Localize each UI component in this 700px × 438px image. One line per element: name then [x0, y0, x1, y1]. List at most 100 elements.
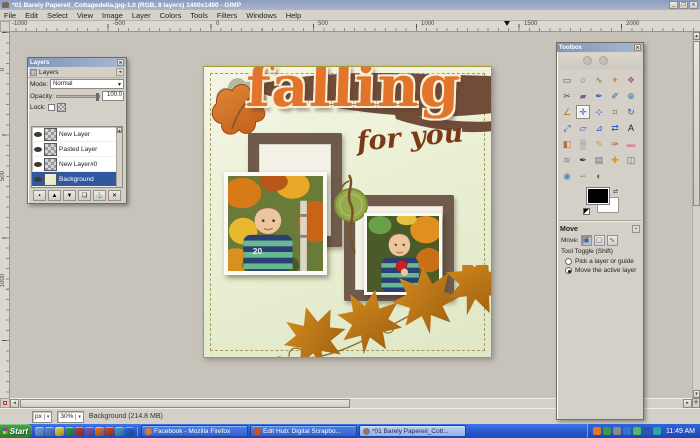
tool-flip[interactable]: ⇄: [608, 121, 622, 135]
opacity-slider[interactable]: [55, 92, 100, 101]
menu-windows[interactable]: Windows: [246, 11, 276, 20]
tool-options-menu-button[interactable]: ▪: [632, 225, 640, 233]
tool-paths[interactable]: ✒: [592, 89, 606, 103]
close-button[interactable]: ✕: [689, 1, 698, 9]
tool-free-select[interactable]: ∿: [592, 73, 606, 87]
tab-menu-button[interactable]: ◂: [116, 68, 124, 76]
tool-clone[interactable]: ▤: [592, 153, 606, 167]
tray-icon-3[interactable]: [612, 427, 621, 435]
tray-icon-6[interactable]: [642, 427, 651, 435]
tool-dodge-burn[interactable]: ◐: [592, 169, 606, 183]
quick-launch-10-icon[interactable]: [125, 426, 134, 436]
quick-launch-7-icon[interactable]: [95, 426, 104, 436]
menu-colors[interactable]: Colors: [160, 11, 182, 20]
lower-layer-button[interactable]: ▼: [63, 190, 76, 201]
tool-select-by-color[interactable]: ❖: [624, 73, 638, 87]
tool-align[interactable]: ⊹: [592, 105, 606, 119]
minimize-button[interactable]: _: [669, 1, 678, 9]
menu-layer[interactable]: Layer: [132, 11, 151, 20]
radio-checked-icon[interactable]: [565, 267, 572, 274]
radio-icon[interactable]: [565, 258, 572, 265]
quick-launch-6-icon[interactable]: [85, 426, 94, 436]
layer-list-scrollbar[interactable]: ▴: [116, 127, 122, 187]
ruler-corner[interactable]: [0, 21, 10, 32]
menu-edit[interactable]: Edit: [25, 11, 38, 20]
quick-launch-8-icon[interactable]: [105, 426, 114, 436]
scroll-up-arrow[interactable]: ▴: [693, 32, 700, 40]
close-icon[interactable]: ✕: [634, 44, 641, 51]
tool-rectangle-select[interactable]: ▭: [560, 73, 574, 87]
tool-move[interactable]: ✛: [576, 105, 590, 119]
radio-move-active-layer[interactable]: Move the active layer: [557, 265, 643, 274]
tool-bucket-fill[interactable]: ◧: [560, 137, 574, 151]
tool-perspective[interactable]: ⊿: [592, 121, 606, 135]
tool-scissors-select[interactable]: ✂: [560, 89, 574, 103]
new-layer-button[interactable]: ▪: [33, 190, 46, 201]
canvas-navigation-button[interactable]: ✛: [692, 398, 700, 408]
scroll-down-arrow[interactable]: ▾: [693, 390, 700, 398]
vertical-scroll-thumb[interactable]: [693, 41, 700, 206]
layer-row-pasted-layer[interactable]: Pasted Layer: [32, 142, 122, 157]
task-gimp-image[interactable]: *01 Barely Papereil_Cott...: [359, 425, 466, 437]
toolbox-titlebar[interactable]: Toolbox ✕: [557, 43, 643, 52]
layers-dialog-titlebar[interactable]: Layers ✕: [28, 58, 126, 67]
delete-layer-button[interactable]: ✕: [108, 190, 121, 201]
menu-help[interactable]: Help: [286, 11, 301, 20]
task-edit-hub[interactable]: Edit Hub: Digital Scrapbo...: [250, 425, 357, 437]
horizontal-ruler[interactable]: -1000 -500 0 500 1000 1500 2000: [10, 21, 700, 32]
start-button[interactable]: Start: [0, 424, 32, 438]
tool-zoom[interactable]: ⊕: [624, 89, 638, 103]
tool-foreground-select[interactable]: ▰: [576, 89, 590, 103]
menu-image[interactable]: Image: [102, 11, 123, 20]
vertical-ruler[interactable]: 0 500 1000: [0, 32, 10, 398]
quick-launch-1-icon[interactable]: [35, 426, 44, 436]
tool-pencil[interactable]: ✎: [592, 137, 606, 151]
tool-shear[interactable]: ▱: [576, 121, 590, 135]
menu-tools[interactable]: Tools: [190, 11, 208, 20]
opacity-slider-knob[interactable]: [96, 92, 99, 101]
visibility-eye-icon[interactable]: [34, 146, 42, 152]
title-bar[interactable]: *01 Barely Papereil_Cottagedelia.jpg-1.0…: [0, 0, 700, 10]
quick-launch-2-icon[interactable]: [45, 426, 54, 436]
scroll-up-arrow[interactable]: ▴: [117, 127, 122, 134]
tool-blend[interactable]: ▒: [576, 137, 590, 151]
tool-text[interactable]: A: [624, 121, 638, 135]
tray-icon-7[interactable]: [652, 427, 661, 435]
tool-measure[interactable]: ∠: [560, 105, 574, 119]
horizontal-scroll-thumb[interactable]: [20, 399, 350, 408]
menu-file[interactable]: File: [4, 11, 16, 20]
close-icon[interactable]: ✕: [117, 59, 124, 66]
tool-ellipse-select[interactable]: ○: [576, 73, 590, 87]
tool-ink[interactable]: ✒: [576, 153, 590, 167]
tool-crop[interactable]: ⌗: [608, 105, 622, 119]
tool-perspective-clone[interactable]: ◫: [624, 153, 638, 167]
menu-filters[interactable]: Filters: [217, 11, 237, 20]
scrapbook-page[interactable]: falling for you 20: [203, 66, 492, 358]
scroll-left-arrow[interactable]: ◂: [10, 399, 19, 408]
anchor-layer-button[interactable]: ⚓: [93, 190, 106, 201]
duplicate-layer-button[interactable]: ❏: [78, 190, 91, 201]
tool-fuzzy-select[interactable]: ✦: [608, 73, 622, 87]
opacity-value[interactable]: 100.0: [102, 91, 124, 101]
quickmask-toggle[interactable]: [0, 398, 10, 408]
visibility-eye-icon[interactable]: [34, 161, 42, 167]
tool-paintbrush[interactable]: ✑: [608, 137, 622, 151]
reset-colors-icon[interactable]: [583, 208, 590, 215]
maximize-button[interactable]: ❐: [679, 1, 688, 9]
unit-select[interactable]: px ▾: [32, 410, 53, 423]
tool-blur-sharpen[interactable]: ◉: [560, 169, 574, 183]
layer-row-new-layer-0[interactable]: New Layer#0: [32, 157, 122, 172]
menu-view[interactable]: View: [77, 11, 93, 20]
tool-rotate[interactable]: ↻: [624, 105, 638, 119]
tool-eraser[interactable]: ▬: [624, 137, 638, 151]
raise-layer-button[interactable]: ▲: [48, 190, 61, 201]
tool-heal[interactable]: ✚: [608, 153, 622, 167]
menu-select[interactable]: Select: [47, 11, 68, 20]
task-facebook-firefox[interactable]: Facebook - Mozilla Firefox: [141, 425, 248, 437]
swap-colors-icon[interactable]: ⇄: [613, 188, 618, 195]
foreground-color-swatch[interactable]: [586, 187, 610, 205]
layer-row-background[interactable]: Background: [32, 172, 122, 187]
scroll-right-arrow[interactable]: ▸: [683, 399, 692, 408]
visibility-eye-icon[interactable]: [34, 131, 42, 137]
tool-color-picker[interactable]: ✐: [608, 89, 622, 103]
